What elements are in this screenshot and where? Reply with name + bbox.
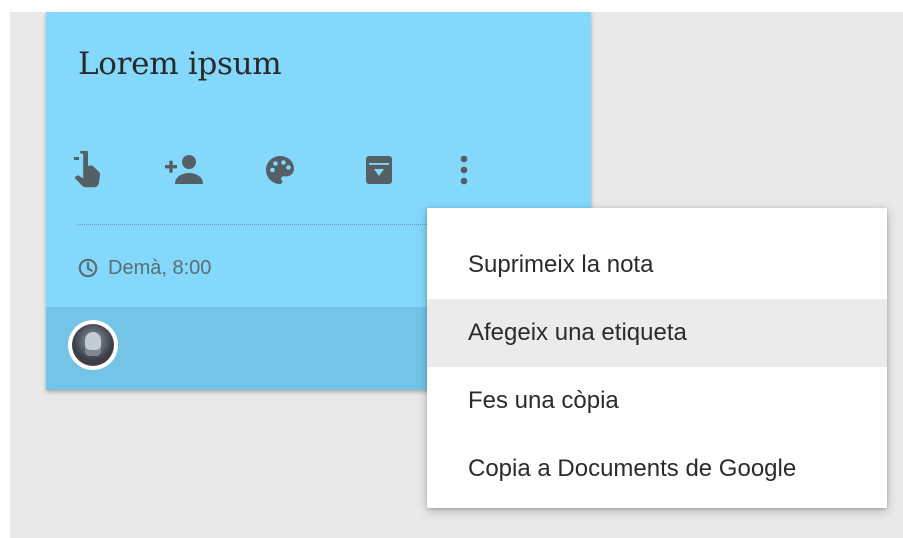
reminder-text: Demà, 8:00 <box>108 256 212 279</box>
more-options-menu: Suprimeix la nota Afegeix una etiqueta F… <box>427 208 887 508</box>
color-button[interactable] <box>260 150 300 190</box>
collaborator-avatar[interactable] <box>68 320 118 370</box>
menu-item-make-copy[interactable]: Fes una còpia <box>427 367 887 435</box>
remind-me-button[interactable] <box>68 150 108 190</box>
palette-icon <box>266 156 294 184</box>
more-vert-icon <box>460 155 468 185</box>
menu-item-add-label[interactable]: Afegeix una etiqueta <box>427 299 887 367</box>
menu-item-copy-to-google-docs[interactable]: Copia a Documents de Google <box>427 435 887 503</box>
collaborator-button[interactable] <box>164 150 204 190</box>
avatar-image <box>72 324 114 366</box>
archive-button[interactable] <box>359 150 399 190</box>
remind-me-icon <box>74 151 101 188</box>
menu-item-delete-note[interactable]: Suprimeix la nota <box>427 231 887 299</box>
clock-icon <box>78 258 98 278</box>
note-title[interactable]: Lorem ipsum <box>78 46 282 82</box>
reminder-chip[interactable]: Demà, 8:00 <box>78 254 211 282</box>
more-button[interactable] <box>444 150 484 190</box>
archive-icon <box>366 156 392 184</box>
collaborator-icon <box>165 155 203 184</box>
